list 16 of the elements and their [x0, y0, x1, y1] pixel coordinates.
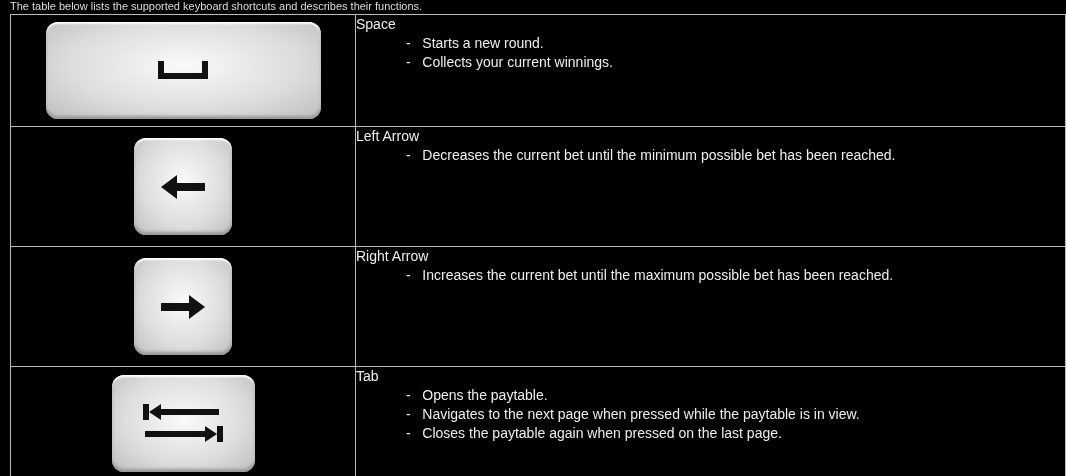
- shortcut-name: Right Arrow: [356, 247, 430, 266]
- shortcut-name: Space: [356, 15, 397, 34]
- shortcut-name: Left Arrow: [356, 127, 421, 146]
- intro-text: The table below lists the supported keyboard shortcuts and describes their functions.: [9, 0, 424, 14]
- right-arrow-icon: [161, 294, 205, 319]
- shortcut-description: - Opens the paytable.: [405, 386, 549, 405]
- shortcut-description: - Starts a new round.: [405, 34, 545, 53]
- shortcut-description: - Closes the paytable again when pressed on the last page.: [405, 424, 783, 443]
- left-arrow-icon: [161, 174, 205, 199]
- shortcut-description: - Decreases the current bet until the minimum possible bet has been reached.: [405, 146, 897, 165]
- space-bar-icon: [156, 60, 210, 81]
- shortcut-description: - Increases the current bet until the maximum possible bet has been reached.: [405, 266, 895, 285]
- shortcut-description: - Collects your current winnings.: [405, 53, 614, 72]
- tab-arrows-icon: [143, 404, 223, 442]
- shortcut-name: Tab: [356, 367, 380, 386]
- shortcut-description: - Navigates to the next page when pressed while the paytable is in view.: [405, 405, 861, 424]
